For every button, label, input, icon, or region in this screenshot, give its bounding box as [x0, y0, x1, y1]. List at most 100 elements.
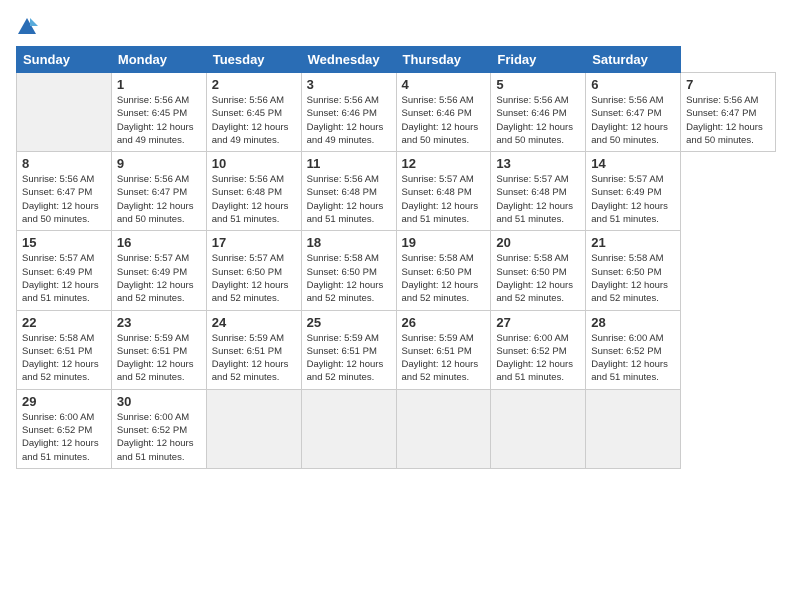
day-number: 16	[117, 235, 201, 250]
day-cell: 27 Sunrise: 6:00 AM Sunset: 6:52 PM Dayli…	[491, 310, 586, 389]
day-info: Sunrise: 5:59 AM Sunset: 6:51 PM Dayligh…	[307, 332, 391, 385]
day-info: Sunrise: 6:00 AM Sunset: 6:52 PM Dayligh…	[496, 332, 580, 385]
day-info: Sunrise: 5:59 AM Sunset: 6:51 PM Dayligh…	[117, 332, 201, 385]
day-info: Sunrise: 5:57 AM Sunset: 6:49 PM Dayligh…	[117, 252, 201, 305]
day-number: 6	[591, 77, 675, 92]
day-info: Sunrise: 5:57 AM Sunset: 6:49 PM Dayligh…	[591, 173, 675, 226]
day-info: Sunrise: 5:59 AM Sunset: 6:51 PM Dayligh…	[402, 332, 486, 385]
day-number: 26	[402, 315, 486, 330]
week-row-2: 8 Sunrise: 5:56 AM Sunset: 6:47 PM Daylig…	[17, 152, 776, 231]
day-cell: 11 Sunrise: 5:56 AM Sunset: 6:48 PM Dayli…	[301, 152, 396, 231]
day-cell: 6Sunrise: 5:56 AM Sunset: 6:47 PM Daylig…	[586, 73, 681, 152]
day-cell: 28 Sunrise: 6:00 AM Sunset: 6:52 PM Dayli…	[586, 310, 681, 389]
day-cell: 18 Sunrise: 5:58 AM Sunset: 6:50 PM Dayli…	[301, 231, 396, 310]
day-number: 19	[402, 235, 486, 250]
day-info: Sunrise: 5:56 AM Sunset: 6:45 PM Dayligh…	[117, 94, 201, 147]
day-cell	[206, 389, 301, 468]
day-number: 3	[307, 77, 391, 92]
day-number: 21	[591, 235, 675, 250]
day-number: 30	[117, 394, 201, 409]
day-cell: 25 Sunrise: 5:59 AM Sunset: 6:51 PM Dayli…	[301, 310, 396, 389]
day-cell: 29 Sunrise: 6:00 AM Sunset: 6:52 PM Dayli…	[17, 389, 112, 468]
day-info: Sunrise: 6:00 AM Sunset: 6:52 PM Dayligh…	[22, 411, 106, 464]
day-info: Sunrise: 5:57 AM Sunset: 6:49 PM Dayligh…	[22, 252, 106, 305]
day-cell: 23 Sunrise: 5:59 AM Sunset: 6:51 PM Dayli…	[111, 310, 206, 389]
day-cell: 2 Sunrise: 5:56 AM Sunset: 6:45 PM Daylig…	[206, 73, 301, 152]
day-cell: 17Sunrise: 5:57 AM Sunset: 6:50 PM Dayli…	[206, 231, 301, 310]
day-cell: 16 Sunrise: 5:57 AM Sunset: 6:49 PM Dayli…	[111, 231, 206, 310]
day-number: 11	[307, 156, 391, 171]
day-info: Sunrise: 5:56 AM Sunset: 6:47 PM Dayligh…	[117, 173, 201, 226]
day-cell: 1 Sunrise: 5:56 AM Sunset: 6:45 PM Daylig…	[111, 73, 206, 152]
week-row-1: 1 Sunrise: 5:56 AM Sunset: 6:45 PM Daylig…	[17, 73, 776, 152]
day-number: 27	[496, 315, 580, 330]
day-cell: 13 Sunrise: 5:57 AM Sunset: 6:48 PM Dayli…	[491, 152, 586, 231]
day-info: Sunrise: 5:56 AM Sunset: 6:48 PM Dayligh…	[307, 173, 391, 226]
day-number: 12	[402, 156, 486, 171]
day-info: Sunrise: 5:56 AM Sunset: 6:46 PM Dayligh…	[307, 94, 391, 147]
day-info: Sunrise: 5:56 AM Sunset: 6:46 PM Dayligh…	[402, 94, 486, 147]
day-number: 8	[22, 156, 106, 171]
day-cell-empty	[17, 73, 112, 152]
day-info: Sunrise: 5:56 AM Sunset: 6:45 PM Dayligh…	[212, 94, 296, 147]
week-row-3: 15Sunrise: 5:57 AM Sunset: 6:49 PM Dayli…	[17, 231, 776, 310]
day-info: Sunrise: 5:57 AM Sunset: 6:48 PM Dayligh…	[402, 173, 486, 226]
day-cell: 10Sunrise: 5:56 AM Sunset: 6:48 PM Dayli…	[206, 152, 301, 231]
day-cell	[491, 389, 586, 468]
day-number: 18	[307, 235, 391, 250]
day-info: Sunrise: 5:57 AM Sunset: 6:48 PM Dayligh…	[496, 173, 580, 226]
day-number: 22	[22, 315, 106, 330]
day-cell: 8Sunrise: 5:56 AM Sunset: 6:47 PM Daylig…	[17, 152, 112, 231]
column-header-saturday: Saturday	[586, 47, 681, 73]
day-cell: 5 Sunrise: 5:56 AM Sunset: 6:46 PM Daylig…	[491, 73, 586, 152]
day-info: Sunrise: 6:00 AM Sunset: 6:52 PM Dayligh…	[591, 332, 675, 385]
column-header-friday: Friday	[491, 47, 586, 73]
day-number: 20	[496, 235, 580, 250]
day-number: 4	[402, 77, 486, 92]
day-info: Sunrise: 5:58 AM Sunset: 6:50 PM Dayligh…	[496, 252, 580, 305]
day-cell: 3 Sunrise: 5:56 AM Sunset: 6:46 PM Daylig…	[301, 73, 396, 152]
day-info: Sunrise: 5:58 AM Sunset: 6:51 PM Dayligh…	[22, 332, 106, 385]
day-number: 28	[591, 315, 675, 330]
day-cell	[586, 389, 681, 468]
day-number: 2	[212, 77, 296, 92]
day-cell: 4 Sunrise: 5:56 AM Sunset: 6:46 PM Daylig…	[396, 73, 491, 152]
logo	[16, 16, 42, 38]
day-cell	[396, 389, 491, 468]
day-cell: 20 Sunrise: 5:58 AM Sunset: 6:50 PM Dayli…	[491, 231, 586, 310]
day-number: 14	[591, 156, 675, 171]
day-info: Sunrise: 5:58 AM Sunset: 6:50 PM Dayligh…	[307, 252, 391, 305]
page-header	[16, 16, 776, 38]
day-number: 9	[117, 156, 201, 171]
day-info: Sunrise: 5:56 AM Sunset: 6:46 PM Dayligh…	[496, 94, 580, 147]
day-info: Sunrise: 6:00 AM Sunset: 6:52 PM Dayligh…	[117, 411, 201, 464]
week-row-4: 22 Sunrise: 5:58 AM Sunset: 6:51 PM Dayli…	[17, 310, 776, 389]
day-info: Sunrise: 5:57 AM Sunset: 6:50 PM Dayligh…	[212, 252, 296, 305]
day-cell: 19Sunrise: 5:58 AM Sunset: 6:50 PM Dayli…	[396, 231, 491, 310]
day-cell	[301, 389, 396, 468]
day-number: 23	[117, 315, 201, 330]
day-cell: 15Sunrise: 5:57 AM Sunset: 6:49 PM Dayli…	[17, 231, 112, 310]
day-info: Sunrise: 5:56 AM Sunset: 6:48 PM Dayligh…	[212, 173, 296, 226]
day-info: Sunrise: 5:58 AM Sunset: 6:50 PM Dayligh…	[591, 252, 675, 305]
day-cell: 7 Sunrise: 5:56 AM Sunset: 6:47 PM Daylig…	[681, 73, 776, 152]
column-header-thursday: Thursday	[396, 47, 491, 73]
day-info: Sunrise: 5:56 AM Sunset: 6:47 PM Dayligh…	[686, 94, 770, 147]
column-header-monday: Monday	[111, 47, 206, 73]
day-cell: 14 Sunrise: 5:57 AM Sunset: 6:49 PM Dayli…	[586, 152, 681, 231]
day-cell: 9 Sunrise: 5:56 AM Sunset: 6:47 PM Daylig…	[111, 152, 206, 231]
day-info: Sunrise: 5:59 AM Sunset: 6:51 PM Dayligh…	[212, 332, 296, 385]
column-header-sunday: Sunday	[17, 47, 112, 73]
column-header-tuesday: Tuesday	[206, 47, 301, 73]
calendar-table: SundayMondayTuesdayWednesdayThursdayFrid…	[16, 46, 776, 469]
header-row: SundayMondayTuesdayWednesdayThursdayFrid…	[17, 47, 776, 73]
day-cell: 12 Sunrise: 5:57 AM Sunset: 6:48 PM Dayli…	[396, 152, 491, 231]
day-cell: 24 Sunrise: 5:59 AM Sunset: 6:51 PM Dayli…	[206, 310, 301, 389]
day-number: 29	[22, 394, 106, 409]
day-number: 1	[117, 77, 201, 92]
day-number: 5	[496, 77, 580, 92]
day-number: 25	[307, 315, 391, 330]
day-number: 7	[686, 77, 770, 92]
day-number: 24	[212, 315, 296, 330]
day-number: 13	[496, 156, 580, 171]
